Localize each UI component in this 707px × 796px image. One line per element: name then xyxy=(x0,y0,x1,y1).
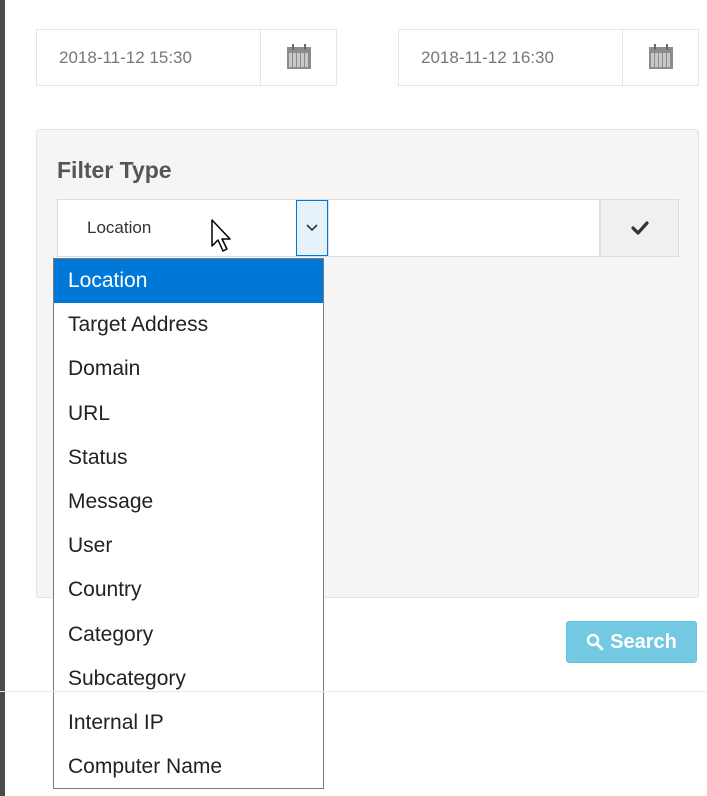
calendar-icon xyxy=(286,43,311,69)
dropdown-option[interactable]: Message xyxy=(54,480,323,524)
filter-type-selected-value: Location xyxy=(87,218,152,237)
dropdown-option[interactable]: Computer Name xyxy=(54,745,323,789)
dropdown-option[interactable]: Country xyxy=(54,568,323,612)
chevron-down-icon xyxy=(306,224,318,232)
date-to-group: 2018-11-12 16:30 xyxy=(398,29,699,86)
date-from-input[interactable]: 2018-11-12 15:30 xyxy=(37,30,260,85)
date-from-calendar-button[interactable] xyxy=(260,30,336,85)
dropdown-option[interactable]: Category xyxy=(54,613,323,657)
date-from-group: 2018-11-12 15:30 xyxy=(36,29,337,86)
dropdown-option[interactable]: Location xyxy=(54,259,323,304)
dropdown-option[interactable]: URL xyxy=(54,392,323,436)
apply-filter-button[interactable] xyxy=(600,199,679,257)
dropdown-option[interactable]: Status xyxy=(54,436,323,480)
dropdown-option[interactable]: User xyxy=(54,524,323,568)
select-dropdown-arrow[interactable] xyxy=(296,200,328,256)
date-to-calendar-button[interactable] xyxy=(622,30,698,85)
check-icon xyxy=(630,221,649,235)
dropdown-option[interactable]: Subcategory xyxy=(54,657,323,701)
filter-type-title: Filter Type xyxy=(57,157,172,183)
mouse-cursor-icon xyxy=(211,219,231,252)
dropdown-option[interactable]: Domain xyxy=(54,347,323,391)
filter-type-dropdown-list: Location Target Address Domain URL Statu… xyxy=(53,258,324,789)
search-button-label: Search xyxy=(610,630,677,653)
dropdown-option[interactable]: Internal IP xyxy=(54,701,323,745)
search-icon xyxy=(586,633,604,651)
filter-value-input[interactable] xyxy=(329,199,600,257)
section-divider xyxy=(0,691,707,692)
search-button[interactable]: Search xyxy=(566,621,697,663)
dropdown-option[interactable]: Target Address xyxy=(54,303,323,347)
date-to-input[interactable]: 2018-11-12 16:30 xyxy=(399,30,622,85)
calendar-icon xyxy=(648,43,673,69)
window-left-border xyxy=(0,0,5,796)
filter-type-select[interactable]: Location xyxy=(57,199,329,257)
